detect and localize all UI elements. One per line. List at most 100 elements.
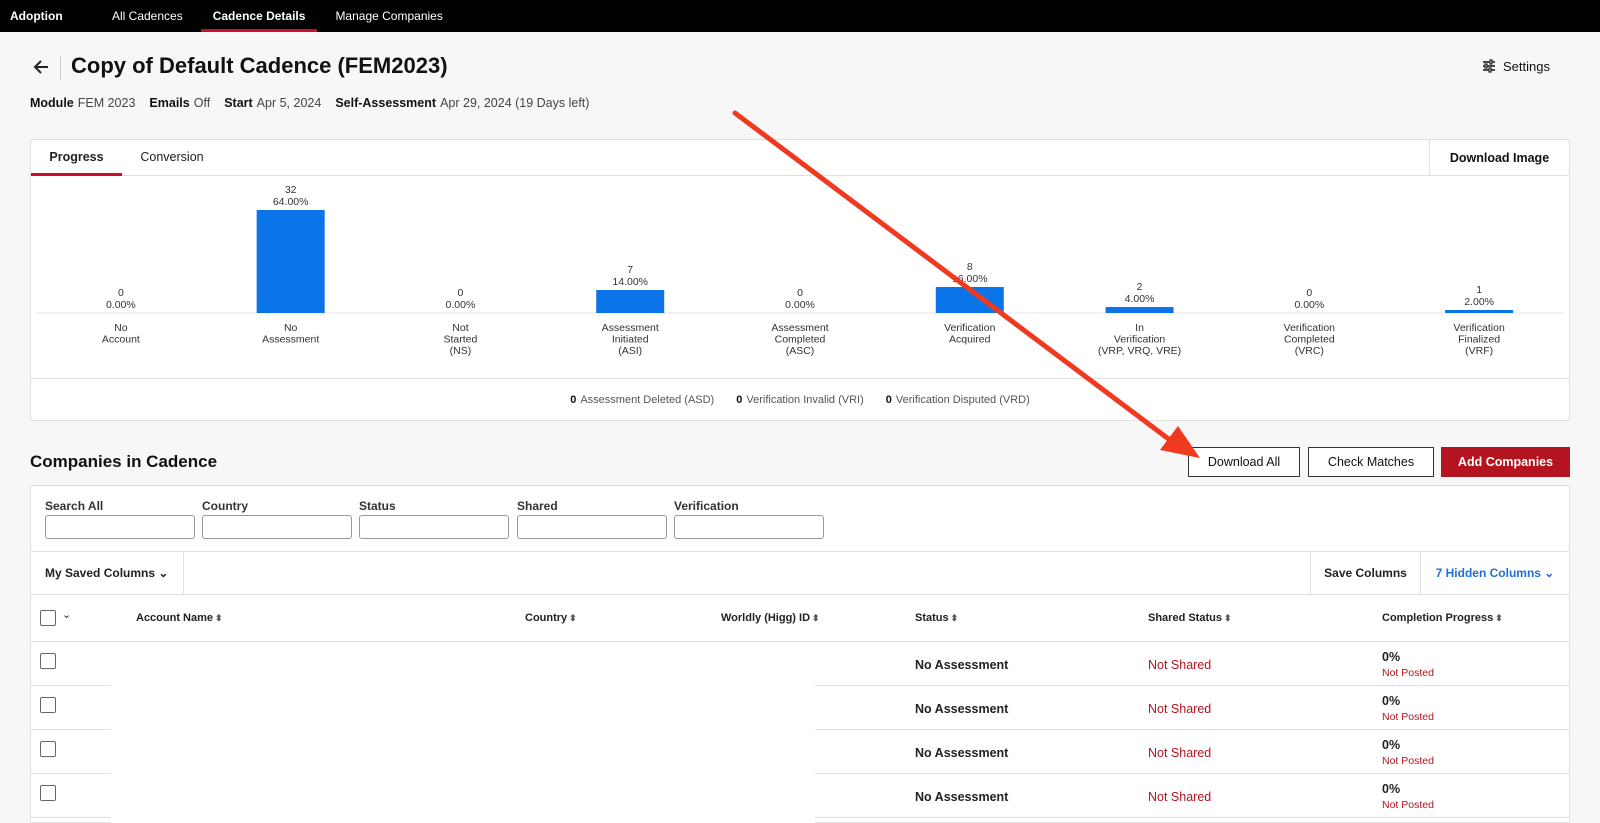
col-account-name[interactable]: Account Name ⬍ (136, 612, 223, 624)
filter-country: Country (202, 499, 352, 539)
chart-footer: 0 Assessment Deleted (ASD) 0 Verification … (31, 378, 1569, 421)
row-shared-status: Not Shared (1148, 746, 1212, 760)
row-posted: Not Posted (1382, 711, 1434, 723)
tab-conversion[interactable]: Conversion (122, 140, 222, 176)
shared-filter-input[interactable] (517, 515, 667, 539)
meta-start: Start Apr 5, 2024 (224, 96, 322, 110)
col-worldly-id[interactable]: Worldly (Higg) ID ⬍ (721, 612, 820, 624)
row-completion: 0% (1382, 694, 1401, 708)
category-label: (VRP, VRQ, VRE) (1098, 345, 1181, 357)
category-label: (ASI) (618, 345, 642, 357)
cadence-meta: Module FEM 2023 Emails Off Start Apr 5, 202… (30, 96, 589, 110)
bar-percent-label: 64.00% (273, 196, 309, 208)
chart-tabs: Progress Conversion Download Image (31, 140, 1569, 176)
chart-bar (256, 210, 325, 313)
sort-icon: ⬍ (215, 613, 223, 623)
sort-icon: ⬍ (1495, 613, 1503, 623)
brand-label: Adoption (10, 9, 63, 23)
chart-bar (596, 290, 665, 313)
row-checkbox[interactable] (40, 697, 56, 713)
nav-manage-companies[interactable]: Manage Companies (323, 0, 454, 32)
category-label: Completed (775, 334, 826, 346)
row-completion: 0% (1382, 738, 1401, 752)
col-status[interactable]: Status ⬍ (915, 612, 958, 624)
chart-bar (1445, 310, 1514, 313)
row-checkbox[interactable] (40, 741, 56, 757)
download-image-button[interactable]: Download Image (1429, 140, 1569, 176)
category-label: Acquired (949, 334, 991, 346)
row-status: No Assessment (915, 658, 1009, 672)
category-label: Verification (1453, 322, 1505, 334)
status-filter-input[interactable] (359, 515, 509, 539)
check-matches-button[interactable]: Check Matches (1308, 447, 1434, 477)
saved-columns-dropdown[interactable]: My Saved Columns ⌄ (31, 552, 184, 594)
nav-cadence-details[interactable]: Cadence Details (200, 0, 318, 32)
bar-count-label: 2 (1137, 281, 1143, 293)
category-label: Verification (944, 322, 996, 334)
search-input[interactable] (45, 515, 195, 539)
filter-status-label: Status (359, 499, 396, 513)
tab-progress[interactable]: Progress (31, 140, 122, 176)
bar-count-label: 0 (1306, 287, 1312, 299)
settings-button[interactable]: Settings (1481, 58, 1550, 74)
footer-vrd: 0 Verification Disputed (VRD) (885, 394, 1030, 406)
category-label: No (284, 322, 298, 334)
hidden-columns-dropdown[interactable]: 7 Hidden Columns ⌄ (1420, 552, 1569, 594)
meta-self-assessment: Self-Assessment Apr 29, 2024 (19 Days lef… (335, 96, 590, 110)
back-arrow-icon[interactable] (32, 56, 52, 78)
category-label: Account (102, 334, 140, 346)
companies-title: Companies in Cadence (30, 452, 218, 471)
filter-country-label: Country (202, 499, 248, 513)
sliders-icon (1481, 58, 1497, 74)
col-country[interactable]: Country ⬍ (525, 612, 577, 624)
bar-percent-label: 0.00% (106, 299, 136, 311)
category-label: Started (444, 334, 478, 346)
footer-asd: 0 Assessment Deleted (ASD) (570, 394, 715, 406)
page-title: Copy of Default Cadence (FEM2023) (71, 53, 448, 78)
bar-percent-label: 2.00% (1464, 296, 1494, 308)
table-header: ⌄ Account Name ⬍ Country ⬍ Worldly (Higg) … (31, 595, 1569, 642)
bar-percent-label: 4.00% (1125, 293, 1155, 305)
chart-bar (935, 287, 1004, 313)
row-status: No Assessment (915, 702, 1009, 716)
bar-count-label: 8 (967, 261, 973, 273)
bar-count-label: 0 (797, 287, 803, 299)
row-shared-status: Not Shared (1148, 790, 1212, 804)
category-label: Verification (1114, 334, 1166, 346)
category-label: No (114, 322, 128, 334)
download-all-button[interactable]: Download All (1188, 447, 1300, 477)
chevron-down-icon[interactable]: ⌄ (62, 608, 71, 621)
category-label: Verification (1284, 322, 1336, 334)
bar-count-label: 0 (458, 287, 464, 299)
meta-emails: Emails Off (149, 96, 211, 110)
category-label: (NS) (450, 345, 472, 357)
category-label: Assessment (771, 322, 828, 334)
select-all-checkbox[interactable] (40, 610, 56, 626)
save-columns-button[interactable]: Save Columns (1310, 552, 1420, 594)
bar-count-label: 32 (285, 184, 297, 196)
filter-status: Status (359, 499, 509, 539)
row-shared-status: Not Shared (1148, 658, 1212, 672)
category-label: Not (452, 322, 468, 334)
category-label: Initiated (612, 334, 649, 346)
country-filter-input[interactable] (202, 515, 352, 539)
bar-count-label: 1 (1476, 284, 1482, 296)
bar-percent-label: 0.00% (446, 299, 476, 311)
category-label: (ASC) (786, 345, 815, 357)
col-completion-progress[interactable]: Completion Progress ⬍ (1382, 612, 1503, 624)
col-shared-status[interactable]: Shared Status ⬍ (1148, 612, 1232, 624)
top-nav: Adoption All Cadences Cadence Details Ma… (0, 0, 1600, 32)
row-completion: 0% (1382, 782, 1401, 796)
footer-vri: 0 Verification Invalid (VRI) (736, 394, 864, 406)
verification-filter-input[interactable] (674, 515, 824, 539)
category-label: Assessment (602, 322, 659, 334)
category-label: Finalized (1458, 334, 1500, 346)
category-label: In (1135, 322, 1144, 334)
title-divider (60, 56, 61, 80)
nav-all-cadences[interactable]: All Cadences (100, 0, 195, 32)
category-label: Completed (1284, 334, 1335, 346)
row-checkbox[interactable] (40, 653, 56, 669)
row-checkbox[interactable] (40, 785, 56, 801)
filter-shared-label: Shared (517, 499, 558, 513)
add-companies-button[interactable]: Add Companies (1441, 447, 1570, 477)
